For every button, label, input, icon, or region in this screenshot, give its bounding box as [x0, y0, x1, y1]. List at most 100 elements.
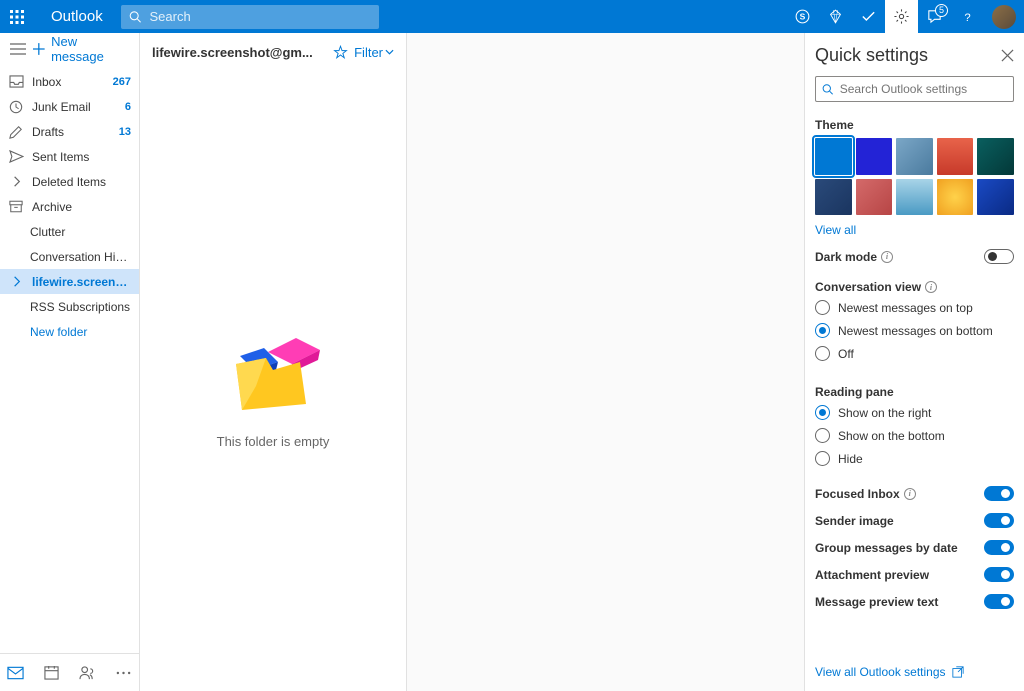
settings-button[interactable] [885, 0, 918, 33]
dark-mode-row: Dark modei [815, 249, 1014, 264]
folder-convhist[interactable]: Conversation Hist... [0, 244, 139, 269]
reading-pane-option-2[interactable]: Hide [815, 451, 1014, 466]
folder-drafts[interactable]: Drafts13 [0, 119, 139, 144]
user-avatar[interactable] [992, 5, 1016, 29]
mail-module-button[interactable] [6, 664, 24, 682]
theme-tile-1[interactable] [856, 138, 893, 175]
folder-name: lifewire.screensho... [32, 275, 131, 289]
toggle-row-1: Sender image [815, 513, 1014, 528]
folder-sent[interactable]: Sent Items [0, 144, 139, 169]
radio-icon [815, 405, 830, 420]
info-icon[interactable]: i [925, 281, 937, 293]
new-folder-button[interactable]: New folder [0, 319, 139, 344]
radio-icon [815, 300, 830, 315]
app-header: Outlook S 5 ? [0, 0, 1024, 33]
toggle-switch[interactable] [984, 486, 1014, 501]
calendar-icon [44, 665, 59, 680]
toggle-switch[interactable] [984, 594, 1014, 609]
clock-icon [8, 99, 24, 115]
new-message-button[interactable]: New message [33, 34, 131, 64]
send-icon [8, 149, 24, 165]
reading-pane-label: Reading pane [815, 385, 1014, 399]
toggle-switch[interactable] [984, 513, 1014, 528]
toggle-label: Focused Inbox i [815, 487, 916, 501]
inbox-icon [8, 74, 24, 90]
hamburger-button[interactable] [8, 39, 27, 59]
folder-title: lifewire.screenshot@gm... [152, 45, 327, 60]
close-settings-button[interactable] [1001, 49, 1014, 62]
theme-tile-3[interactable] [937, 138, 974, 175]
close-icon [1001, 49, 1014, 62]
toggle-switch[interactable] [984, 567, 1014, 582]
folder-deleted[interactable]: Deleted Items [0, 169, 139, 194]
info-icon[interactable]: i [904, 488, 916, 500]
conversation-option-2[interactable]: Off [815, 346, 1014, 361]
people-module-button[interactable] [78, 664, 96, 682]
folder-inbox[interactable]: Inbox267 [0, 69, 139, 94]
theme-tile-2[interactable] [896, 138, 933, 175]
toggle-row-3: Attachment preview [815, 567, 1014, 582]
radio-label: Hide [838, 452, 863, 466]
quick-settings-panel: Quick settings Theme View all Dark modei… [804, 33, 1024, 691]
view-all-themes-link[interactable]: View all [815, 223, 1014, 237]
folder-name: Conversation Hist... [30, 250, 131, 264]
view-all-settings-link[interactable]: View all Outlook settings [815, 653, 1014, 679]
settings-search-box[interactable] [815, 76, 1014, 102]
folder-rss[interactable]: RSS Subscriptions [0, 294, 139, 319]
reading-pane-option-1[interactable]: Show on the bottom [815, 428, 1014, 443]
folder-name: Drafts [32, 125, 111, 139]
folder-name: Clutter [30, 225, 131, 239]
theme-tile-8[interactable] [937, 179, 974, 216]
open-icon [952, 666, 964, 678]
folder-list: Inbox267Junk Email6Drafts13Sent ItemsDel… [0, 65, 139, 653]
radio-label: Show on the right [838, 406, 931, 420]
notifications-button[interactable]: 5 [918, 0, 951, 33]
message-list-pane: lifewire.screenshot@gm... Filter [140, 33, 407, 691]
settings-title: Quick settings [815, 45, 928, 66]
brand-label[interactable]: Outlook [33, 8, 121, 25]
search-input[interactable] [150, 9, 371, 24]
folder-name: Junk Email [32, 100, 117, 114]
folder-count: 267 [113, 76, 131, 88]
skype-button[interactable]: S [786, 0, 819, 33]
archive-icon [8, 199, 24, 215]
theme-tile-0[interactable] [815, 138, 852, 175]
theme-grid [815, 138, 1014, 215]
conversation-option-1[interactable]: Newest messages on bottom [815, 323, 1014, 338]
more-modules-button[interactable] [114, 664, 132, 682]
theme-tile-5[interactable] [815, 179, 852, 216]
folder-lifewire[interactable]: lifewire.screensho... [0, 269, 139, 294]
conversation-option-0[interactable]: Newest messages on top [815, 300, 1014, 315]
toggle-label: Attachment preview [815, 568, 929, 582]
theme-tile-4[interactable] [977, 138, 1014, 175]
dark-mode-toggle[interactable] [984, 249, 1014, 264]
theme-tile-6[interactable] [856, 179, 893, 216]
checkmark-icon [860, 8, 877, 25]
premium-button[interactable] [819, 0, 852, 33]
app-launcher-button[interactable] [0, 0, 33, 33]
reading-pane-option-0[interactable]: Show on the right [815, 405, 1014, 420]
filter-button[interactable]: Filter [354, 45, 394, 60]
help-button[interactable]: ? [951, 0, 984, 33]
chevron-icon [8, 174, 24, 190]
toggle-switch[interactable] [984, 540, 1014, 555]
favorite-button[interactable] [333, 45, 348, 60]
theme-tile-7[interactable] [896, 179, 933, 216]
settings-search-input[interactable] [840, 82, 1007, 96]
info-icon[interactable]: i [881, 251, 893, 263]
radio-label: Show on the bottom [838, 429, 945, 443]
todo-button[interactable] [852, 0, 885, 33]
radio-label: Newest messages on top [838, 301, 973, 315]
header-actions: S 5 ? [786, 0, 1024, 33]
calendar-module-button[interactable] [42, 664, 60, 682]
star-icon [333, 45, 348, 60]
search-box[interactable] [121, 5, 379, 29]
radio-icon [815, 323, 830, 338]
plus-icon [33, 43, 45, 55]
folder-junk[interactable]: Junk Email6 [0, 94, 139, 119]
conversation-view-label: Conversation viewi [815, 280, 1014, 294]
toggle-row-2: Group messages by date [815, 540, 1014, 555]
theme-tile-9[interactable] [977, 179, 1014, 216]
folder-clutter[interactable]: Clutter [0, 219, 139, 244]
folder-archive[interactable]: Archive [0, 194, 139, 219]
